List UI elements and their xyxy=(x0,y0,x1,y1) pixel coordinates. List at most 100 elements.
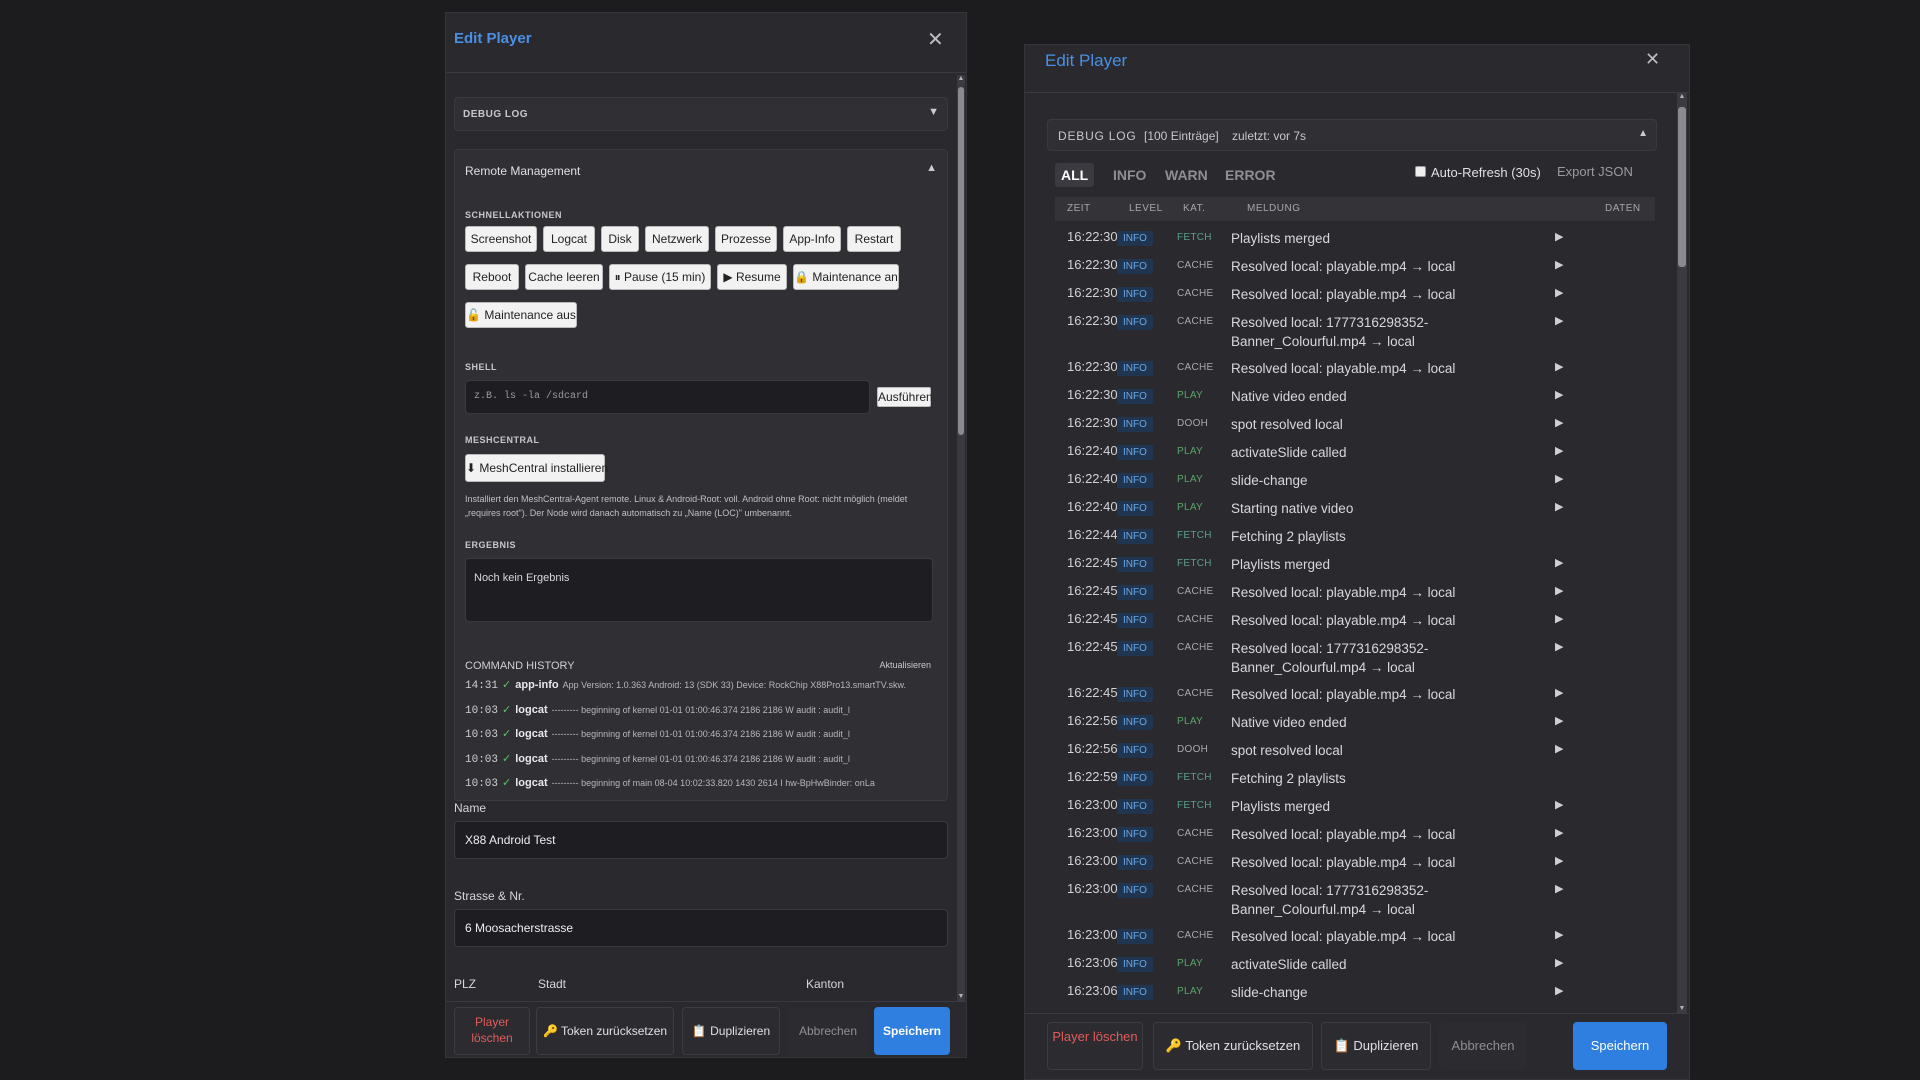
save-button[interactable]: Speichern xyxy=(874,1007,950,1055)
expand-arrow-icon[interactable]: ▶ xyxy=(1555,640,1563,653)
expand-arrow-icon[interactable]: ▶ xyxy=(1555,742,1563,755)
log-row[interactable]: 16:22:44 INFO FETCH Fetching 2 playlists xyxy=(1047,527,1647,555)
expand-arrow-icon[interactable]: ▶ xyxy=(1555,854,1563,867)
close-icon[interactable]: ✕ xyxy=(1645,49,1660,70)
expand-arrow-icon[interactable]: ▶ xyxy=(1555,258,1563,271)
filter-info[interactable]: INFO xyxy=(1113,163,1146,187)
log-level-badge: INFO xyxy=(1117,557,1153,572)
prozesse-button[interactable]: Prozesse xyxy=(715,226,777,252)
expand-arrow-icon[interactable]: ▶ xyxy=(1555,928,1563,941)
close-icon[interactable]: ✕ xyxy=(927,27,944,52)
log-time: 16:23:00 xyxy=(1067,881,1118,896)
expand-arrow-icon[interactable]: ▶ xyxy=(1555,798,1563,811)
filter-warn[interactable]: WARN xyxy=(1165,163,1208,187)
maintenance-off-button[interactable]: 🔓 Maintenance aus xyxy=(465,302,577,328)
expand-arrow-icon[interactable]: ▶ xyxy=(1555,416,1563,429)
scrollbar[interactable]: ▲ ▼ xyxy=(1677,93,1687,1013)
chevron-up-icon[interactable]: ▲ xyxy=(926,162,937,174)
debug-log-header[interactable]: DEBUG LOG [100 Einträge] zuletzt: vor 7s… xyxy=(1047,119,1657,151)
app-info-button[interactable]: App-Info xyxy=(783,226,841,252)
delete-player-button[interactable]: Player löschen xyxy=(1047,1022,1143,1070)
expand-arrow-icon[interactable]: ▶ xyxy=(1555,444,1563,457)
log-row[interactable]: 16:22:45 INFO FETCH Playlists merged ▶ xyxy=(1047,555,1647,583)
resume-button[interactable]: ▶ Resume xyxy=(717,264,787,290)
expand-arrow-icon[interactable]: ▶ xyxy=(1555,584,1563,597)
log-row[interactable]: 16:23:00 INFO FETCH Playlists merged ▶ xyxy=(1047,797,1647,825)
log-row[interactable]: 16:22:45 INFO CACHE Resolved local: 1777316… xyxy=(1047,639,1647,685)
street-input[interactable]: 6 Moosacherstrasse xyxy=(454,909,948,947)
filter-error[interactable]: ERROR xyxy=(1225,163,1276,187)
log-row[interactable]: 16:22:30 INFO CACHE Resolved local: playabl… xyxy=(1047,359,1647,387)
log-row[interactable]: 16:23:00 INFO CACHE Resolved local: playabl… xyxy=(1047,825,1647,853)
log-row[interactable]: 16:23:00 INFO CACHE Resolved local: playabl… xyxy=(1047,927,1647,955)
netzwerk-button[interactable]: Netzwerk xyxy=(645,226,709,252)
expand-arrow-icon[interactable]: ▶ xyxy=(1555,984,1563,997)
shell-run-button[interactable]: Ausführen xyxy=(877,387,933,407)
expand-arrow-icon[interactable]: ▶ xyxy=(1555,360,1563,373)
log-row[interactable]: 16:22:45 INFO CACHE Resolved local: playabl… xyxy=(1047,685,1647,713)
reset-token-button[interactable]: 🔑 Token zurücksetzen xyxy=(536,1007,674,1055)
log-row[interactable]: 16:22:59 INFO FETCH Fetching 2 playlists xyxy=(1047,769,1647,797)
logcat-button[interactable]: Logcat xyxy=(543,226,595,252)
cancel-button[interactable]: Abbrechen xyxy=(1439,1022,1527,1070)
log-row[interactable]: 16:23:06 INFO PLAY activateSlide called ▶ xyxy=(1047,955,1647,983)
restart-button[interactable]: Restart xyxy=(847,226,901,252)
expand-arrow-icon[interactable]: ▶ xyxy=(1555,314,1563,327)
log-row[interactable]: 16:22:56 INFO DOOH spot resolved local ▶ xyxy=(1047,741,1647,769)
log-row[interactable]: 16:22:40 INFO PLAY activateSlide called ▶ xyxy=(1047,443,1647,471)
expand-arrow-icon[interactable]: ▶ xyxy=(1555,286,1563,299)
remote-management-title[interactable]: Remote Management xyxy=(465,164,580,178)
expand-arrow-icon[interactable]: ▶ xyxy=(1555,956,1563,969)
name-label: Name xyxy=(454,801,487,815)
duplicate-button[interactable]: 📋 Duplizieren xyxy=(1321,1022,1431,1070)
log-row[interactable]: 16:23:06 INFO PLAY slide-change ▶ xyxy=(1047,983,1647,1011)
log-row[interactable]: 16:23:00 INFO CACHE Resolved local: playabl… xyxy=(1047,853,1647,881)
expand-arrow-icon[interactable]: ▶ xyxy=(1555,686,1563,699)
cancel-button[interactable]: Abbrechen xyxy=(788,1007,868,1055)
log-row[interactable]: 16:22:30 INFO CACHE Resolved local: 1777316… xyxy=(1047,313,1647,359)
delete-player-button[interactable]: Player löschen xyxy=(454,1007,530,1055)
log-row[interactable]: 16:22:30 INFO PLAY Native video ended ▶ xyxy=(1047,387,1647,415)
log-row[interactable]: 16:22:40 INFO PLAY Starting native video ▶ xyxy=(1047,499,1647,527)
log-row[interactable]: 16:22:40 INFO PLAY slide-change ▶ xyxy=(1047,471,1647,499)
expand-arrow-icon[interactable]: ▶ xyxy=(1555,472,1563,485)
duplicate-button[interactable]: 📋 Duplizieren xyxy=(682,1007,780,1055)
reset-token-button[interactable]: 🔑 Token zurücksetzen xyxy=(1153,1022,1313,1070)
screenshot-button[interactable]: Screenshot xyxy=(465,226,537,252)
cache-leeren-button[interactable]: Cache leeren xyxy=(525,264,603,290)
scrollbar[interactable]: ▲ ▼ xyxy=(957,75,965,1001)
log-row[interactable]: 16:22:30 INFO CACHE Resolved local: playabl… xyxy=(1047,257,1647,285)
reboot-button[interactable]: Reboot xyxy=(465,264,519,290)
expand-arrow-icon[interactable]: ▶ xyxy=(1555,556,1563,569)
debug-log-collapsed[interactable]: DEBUG LOG ▼ xyxy=(454,97,948,131)
log-row[interactable]: 16:22:30 INFO FETCH Playlists merged ▶ xyxy=(1047,229,1647,257)
log-row[interactable]: 16:22:45 INFO CACHE Resolved local: playabl… xyxy=(1047,583,1647,611)
meshcentral-install-button[interactable]: ⬇ MeshCentral installieren xyxy=(465,454,608,482)
maintenance-on-button[interactable]: 🔒 Maintenance an xyxy=(793,264,899,290)
pause-button[interactable]: ⏸ Pause (15 min) xyxy=(609,264,711,290)
log-row[interactable]: 16:22:30 INFO CACHE Resolved local: playabl… xyxy=(1047,285,1647,313)
expand-arrow-icon[interactable]: ▶ xyxy=(1555,882,1563,895)
log-row[interactable]: 16:22:30 INFO DOOH spot resolved local ▶ xyxy=(1047,415,1647,443)
expand-arrow-icon[interactable]: ▶ xyxy=(1555,500,1563,513)
history-refresh-link[interactable]: Aktualisieren xyxy=(879,660,931,670)
disk-button[interactable]: Disk xyxy=(601,226,639,252)
expand-arrow-icon[interactable]: ▶ xyxy=(1555,388,1563,401)
col-data: DATEN xyxy=(1605,203,1641,214)
export-json-link[interactable]: Export JSON xyxy=(1557,164,1633,179)
expand-arrow-icon[interactable]: ▶ xyxy=(1555,230,1563,243)
name-input[interactable]: X88 Android Test xyxy=(454,821,948,859)
shell-input[interactable]: z.B. ls -la /sdcard xyxy=(465,380,870,414)
expand-arrow-icon[interactable]: ▶ xyxy=(1555,826,1563,839)
filter-all[interactable]: ALL xyxy=(1055,163,1095,187)
log-row[interactable]: 16:22:45 INFO CACHE Resolved local: playabl… xyxy=(1047,611,1647,639)
expand-arrow-icon[interactable]: ▶ xyxy=(1555,612,1563,625)
expand-arrow-icon[interactable]: ▶ xyxy=(1555,714,1563,727)
save-button[interactable]: Speichern xyxy=(1573,1022,1667,1070)
check-icon: ✓ xyxy=(502,777,512,789)
log-row[interactable]: 16:22:56 INFO PLAY Native video ended ▶ xyxy=(1047,713,1647,741)
log-message: activateSlide called xyxy=(1231,957,1347,972)
auto-refresh-checkbox[interactable] xyxy=(1415,166,1426,177)
log-row[interactable]: 16:23:00 INFO CACHE Resolved local: 1777316… xyxy=(1047,881,1647,927)
log-message: Native video ended xyxy=(1231,715,1347,730)
